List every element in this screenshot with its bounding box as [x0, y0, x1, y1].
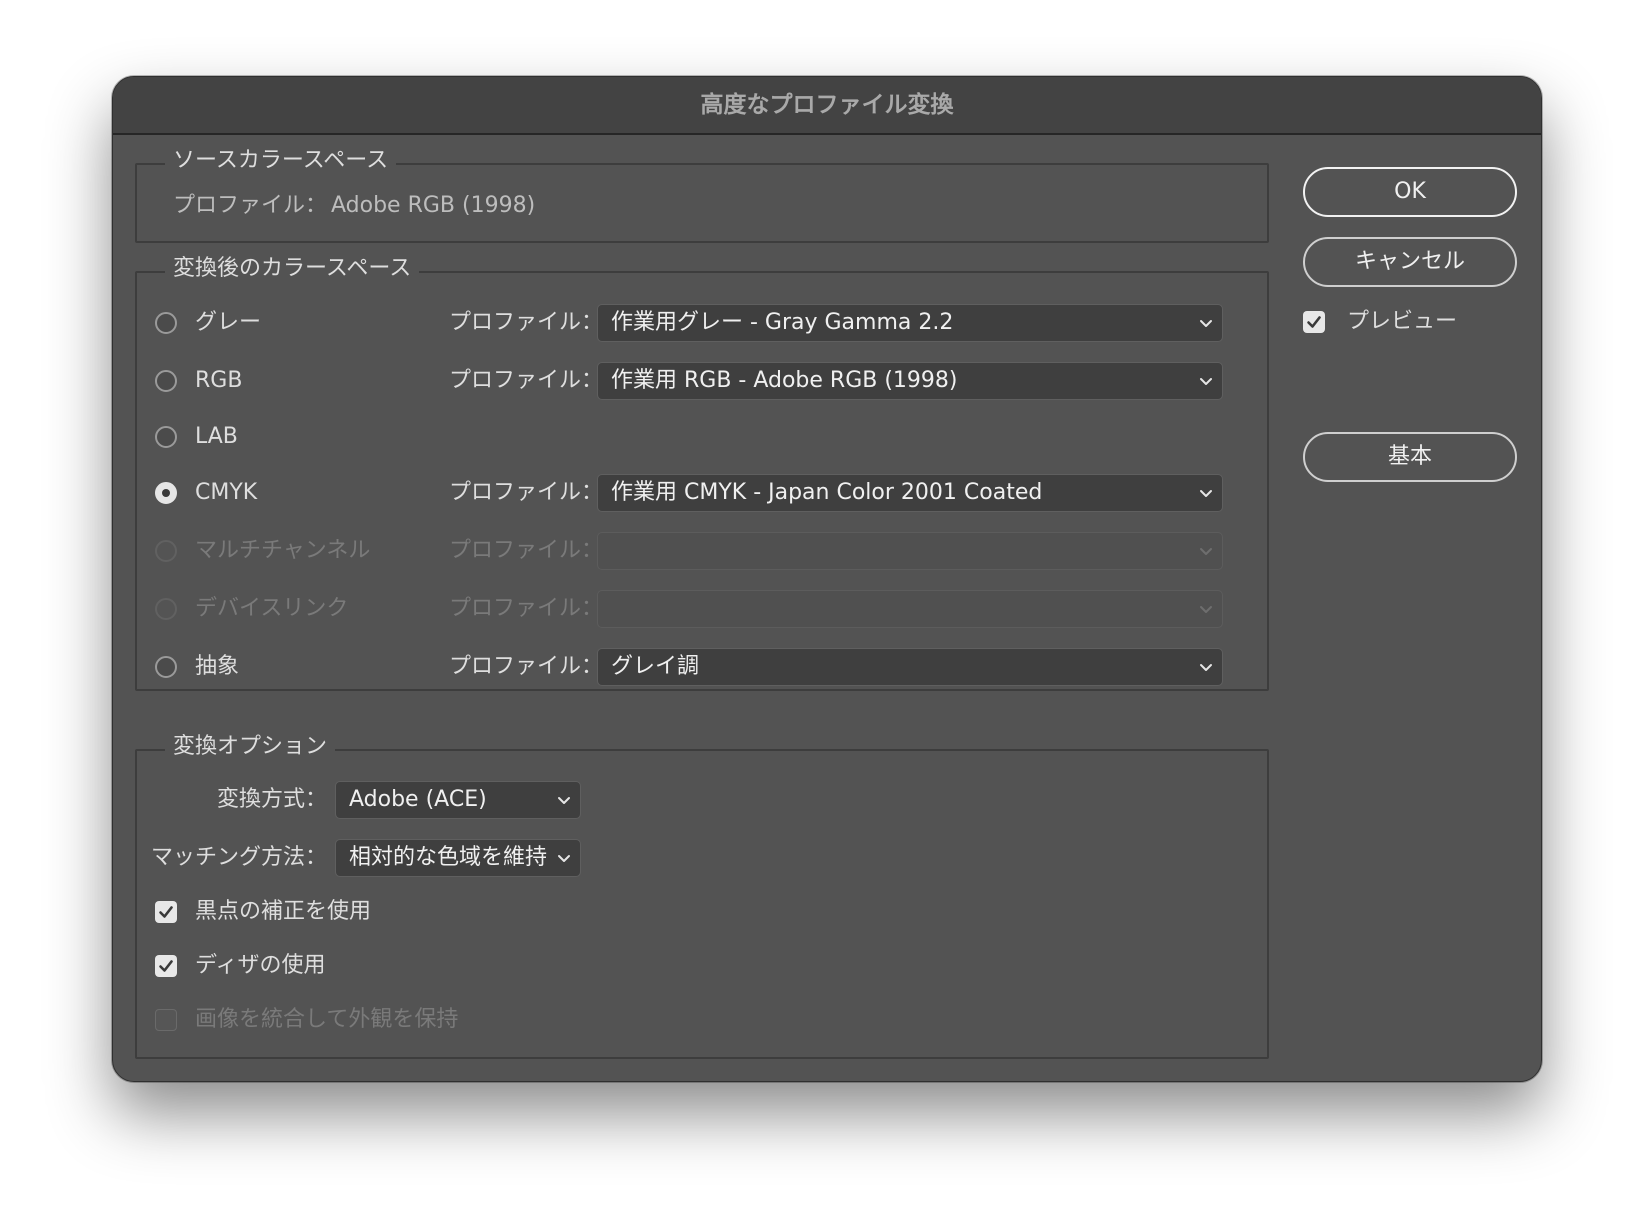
source-color-space-group: ソースカラースペース プロファイル： Adobe RGB (1998): [135, 145, 1269, 243]
intent-value: 相対的な色域を維持: [349, 845, 548, 870]
source-profile-label: プロファイル：: [173, 193, 328, 218]
device-link-option-label: デバイスリンク: [195, 596, 349, 621]
engine-select[interactable]: Adobe (ACE): [335, 781, 581, 819]
multichannel-profile-label: プロファイル：: [449, 538, 604, 563]
checkmark-icon: [159, 906, 173, 918]
chevron-down-icon: [1200, 606, 1212, 613]
gray-profile-value: 作業用グレー - Gray Gamma 2.2: [611, 310, 954, 335]
black-point-compensation-label: 黒点の補正を使用: [195, 899, 372, 924]
radio-cmyk[interactable]: [155, 482, 177, 504]
lab-option-label: LAB: [195, 424, 238, 449]
chevron-down-icon: [558, 855, 570, 862]
checkmark-icon: [1307, 316, 1321, 328]
destination-group-legend: 変換後のカラースペース: [165, 253, 420, 285]
rgb-profile-label: プロファイル：: [449, 368, 604, 393]
dialog-title: 高度なプロファイル変換: [113, 77, 1541, 135]
chevron-down-icon: [1200, 320, 1212, 327]
destination-color-space-group: 変換後のカラースペース グレー プロファイル： 作業用グレー - Gray Ga…: [135, 253, 1269, 691]
use-dither-checkbox[interactable]: [155, 955, 177, 977]
rgb-profile-value: 作業用 RGB - Adobe RGB (1998): [611, 368, 958, 393]
cancel-button[interactable]: キャンセル: [1303, 237, 1517, 287]
engine-value: Adobe (ACE): [349, 787, 487, 812]
gray-profile-select[interactable]: 作業用グレー - Gray Gamma 2.2: [597, 304, 1223, 342]
ok-button[interactable]: OK: [1303, 167, 1517, 217]
rgb-profile-select[interactable]: 作業用 RGB - Adobe RGB (1998): [597, 362, 1223, 400]
abstract-profile-label: プロファイル：: [449, 654, 604, 679]
black-point-compensation-checkbox[interactable]: [155, 901, 177, 923]
cmyk-profile-label: プロファイル：: [449, 480, 604, 505]
preview-label: プレビュー: [1347, 309, 1458, 334]
advanced-profile-conversion-dialog: 高度なプロファイル変換 ソースカラースペース プロファイル： Adobe RGB…: [112, 76, 1542, 1082]
abstract-profile-value: グレイ調: [611, 654, 700, 679]
checkmark-icon: [159, 960, 173, 972]
preview-checkbox[interactable]: [1303, 311, 1325, 333]
chevron-down-icon: [1200, 548, 1212, 555]
radio-lab[interactable]: [155, 426, 177, 448]
flatten-image-label: 画像を統合して外観を保持: [195, 1007, 459, 1032]
multichannel-profile-select: [597, 532, 1223, 570]
basic-button[interactable]: 基本: [1303, 432, 1517, 482]
device-link-profile-select: [597, 590, 1223, 628]
conversion-group-legend: 変換オプション: [165, 731, 336, 763]
chevron-down-icon: [1200, 490, 1212, 497]
conversion-options-group: 変換オプション 変換方式： Adobe (ACE) マッチング方法： 相対的な色…: [135, 731, 1269, 1059]
cmyk-option-label: CMYK: [195, 480, 258, 505]
source-profile-value: Adobe RGB (1998): [331, 193, 536, 218]
cmyk-profile-select[interactable]: 作業用 CMYK - Japan Color 2001 Coated: [597, 474, 1223, 512]
source-group-legend: ソースカラースペース: [165, 145, 397, 177]
abstract-profile-select[interactable]: グレイ調: [597, 648, 1223, 686]
radio-multichannel: [155, 540, 177, 562]
radio-device-link: [155, 598, 177, 620]
radio-gray[interactable]: [155, 312, 177, 334]
rgb-option-label: RGB: [195, 368, 243, 393]
multichannel-option-label: マルチチャンネル: [195, 538, 371, 563]
chevron-down-icon: [1200, 664, 1212, 671]
device-link-profile-label: プロファイル：: [449, 596, 604, 621]
chevron-down-icon: [1200, 378, 1212, 385]
gray-option-label: グレー: [195, 310, 262, 335]
intent-select[interactable]: 相対的な色域を維持: [335, 839, 581, 877]
engine-label: 変換方式：: [216, 787, 327, 812]
radio-rgb[interactable]: [155, 370, 177, 392]
chevron-down-icon: [558, 797, 570, 804]
use-dither-label: ディザの使用: [195, 953, 326, 978]
abstract-option-label: 抽象: [195, 654, 240, 679]
flatten-image-checkbox: [155, 1009, 177, 1031]
intent-label: マッチング方法：: [150, 845, 327, 870]
radio-abstract[interactable]: [155, 656, 177, 678]
gray-profile-label: プロファイル：: [449, 310, 604, 335]
cmyk-profile-value: 作業用 CMYK - Japan Color 2001 Coated: [611, 480, 1043, 505]
